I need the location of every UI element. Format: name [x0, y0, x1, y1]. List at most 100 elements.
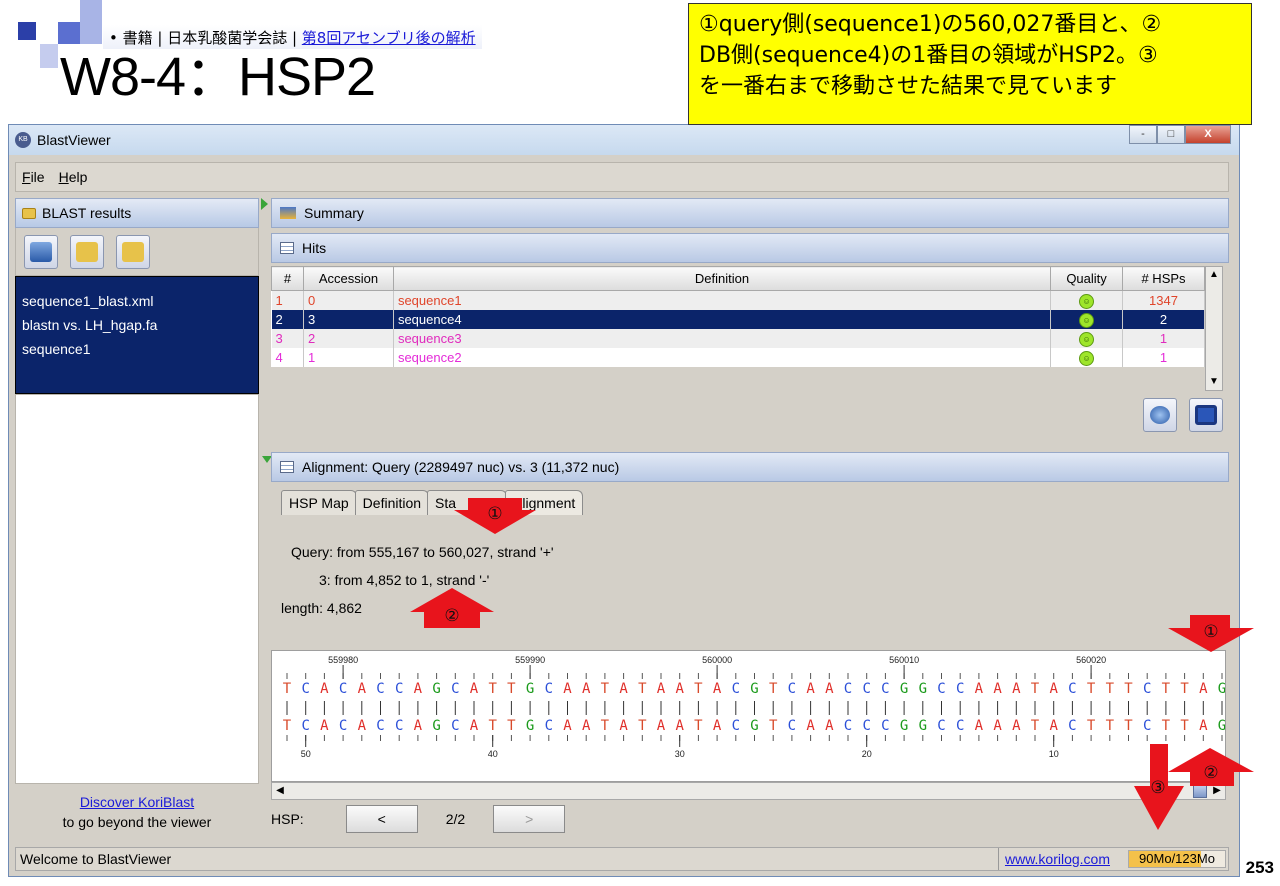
- hsp-label: HSP:: [271, 811, 304, 827]
- left-toolbar: [15, 228, 259, 276]
- smiley-icon: ☺: [1079, 331, 1095, 347]
- query-base: T: [488, 681, 497, 697]
- subject-base: A: [975, 718, 984, 734]
- sequence-view[interactable]: TTCCAACCAACCCCAAGGCCAATTTTGGCCAAAATTAATT…: [271, 650, 1226, 782]
- folder-icon: [22, 207, 36, 219]
- minimize-button[interactable]: -: [1129, 125, 1157, 144]
- open-blast-button[interactable]: [24, 234, 58, 269]
- tab-alignment[interactable]: Alignment: [505, 490, 584, 515]
- subject-base: A: [675, 718, 684, 734]
- summary-icon: [280, 207, 296, 219]
- next-hsp-button[interactable]: >: [493, 805, 566, 833]
- query-base: G: [919, 681, 927, 697]
- scroll-down-icon[interactable]: ▼: [1206, 374, 1222, 390]
- scroll-left-icon[interactable]: ◀: [272, 783, 288, 799]
- subject-base: C: [339, 718, 347, 734]
- table-icon: [280, 242, 294, 254]
- query-base: C: [956, 681, 964, 697]
- page-title: W8-4：HSP2: [60, 47, 376, 107]
- window-titlebar[interactable]: KB BlastViewer - □ X: [9, 125, 1239, 155]
- prev-hsp-button[interactable]: <: [345, 805, 418, 833]
- subject-base: A: [358, 718, 367, 734]
- menu-file[interactable]: File: [22, 169, 45, 185]
- query-base: G: [432, 681, 440, 697]
- query-base: T: [769, 681, 778, 697]
- subject-base: T: [1124, 718, 1133, 734]
- app-icon: KB: [15, 132, 31, 148]
- table-cell: sequence3: [393, 328, 1052, 348]
- tab-hsp-map[interactable]: HSP Map: [281, 490, 357, 515]
- subject-base: T: [1180, 718, 1189, 734]
- globe-icon: [1150, 406, 1170, 424]
- menu-help[interactable]: Help: [59, 169, 88, 185]
- scroll-up-icon[interactable]: ▲: [1206, 267, 1222, 283]
- query-base: A: [806, 681, 815, 697]
- query-base: T: [638, 681, 647, 697]
- subject-base: C: [1068, 718, 1076, 734]
- expand-arrow-icon[interactable]: [261, 198, 268, 210]
- query-base: T: [1031, 681, 1040, 697]
- subject-base: G: [919, 718, 927, 734]
- list-item[interactable]: blastn vs. LH_hgap.fa: [22, 313, 252, 337]
- alignment-tabs: HSP Map Definition Sta Alignment: [281, 490, 584, 515]
- file-list[interactable]: sequence1_blast.xml blastn vs. LH_hgap.f…: [15, 276, 259, 394]
- breadcrumb-link[interactable]: 第8回アセンブリ後の解析: [302, 29, 476, 47]
- column-header[interactable]: Quality: [1050, 266, 1124, 291]
- list-icon: [280, 461, 294, 473]
- close-folder-button[interactable]: [116, 234, 150, 269]
- tab-statistics[interactable]: Sta: [427, 490, 508, 515]
- tab-definition[interactable]: Definition: [354, 490, 430, 515]
- subject-base: G: [900, 718, 908, 734]
- query-base: C: [301, 681, 309, 697]
- subject-base: A: [1049, 718, 1058, 734]
- web-search-button[interactable]: [1143, 398, 1177, 432]
- quality-cell: ☺: [1050, 328, 1124, 348]
- list-item[interactable]: sequence1_blast.xml: [22, 289, 252, 313]
- query-base: A: [1049, 681, 1058, 697]
- open-folder-button[interactable]: [70, 234, 104, 269]
- summary-header[interactable]: Summary: [271, 198, 1229, 228]
- tick-label: 560010: [889, 655, 919, 665]
- close-button[interactable]: X: [1185, 125, 1231, 144]
- table-row[interactable]: 4 1 sequence2 ☺ 1: [271, 347, 1205, 367]
- korilog-link[interactable]: www.korilog.com: [997, 848, 1116, 870]
- hits-table[interactable]: # Accession Definition Quality # HSPs 10…: [271, 266, 1205, 367]
- column-header[interactable]: #: [271, 266, 304, 291]
- folder-icon: [122, 241, 144, 262]
- tick-label: 10: [1049, 749, 1059, 759]
- query-base: C: [545, 681, 553, 697]
- sequence-scrollbar[interactable]: ◀ ▶: [271, 782, 1226, 800]
- query-base: A: [1199, 681, 1208, 697]
- hits-scrollbar[interactable]: ▲ ▼: [1205, 266, 1223, 391]
- maximize-button[interactable]: □: [1157, 125, 1185, 144]
- column-header[interactable]: # HSPs: [1122, 266, 1205, 291]
- tick-label: 40: [488, 749, 498, 759]
- smiley-icon: ☺: [1079, 293, 1095, 309]
- table-cell: 1: [271, 290, 304, 310]
- table-row[interactable]: 3 2 sequence3 ☺ 1: [271, 328, 1205, 348]
- query-base: G: [750, 681, 758, 697]
- subject-base: T: [1106, 718, 1115, 734]
- query-base: T: [1180, 681, 1189, 697]
- column-header[interactable]: Definition: [392, 266, 1052, 291]
- query-base: T: [694, 681, 703, 697]
- table-cell: 1: [1122, 328, 1205, 348]
- smiley-icon: ☺: [1079, 350, 1095, 366]
- subject-base: G: [432, 718, 440, 734]
- table-cell: 3: [271, 328, 304, 348]
- query-base: A: [713, 681, 722, 697]
- query-base: A: [975, 681, 984, 697]
- list-item[interactable]: sequence1: [22, 337, 252, 361]
- query-base: A: [358, 681, 367, 697]
- query-base: C: [1068, 681, 1076, 697]
- discover-koriblast-link[interactable]: Discover KoriBlast: [15, 792, 259, 812]
- column-header[interactable]: Accession: [302, 266, 394, 291]
- scroll-right-icon[interactable]: ▶: [1209, 783, 1225, 799]
- table-row[interactable]: 1 0 sequence1 ☺ 1347: [271, 290, 1205, 310]
- table-row[interactable]: 2 3 sequence4 ☺ 2: [271, 309, 1205, 329]
- save-button[interactable]: [1189, 398, 1223, 432]
- query-base: A: [414, 681, 423, 697]
- annotation-note: ①query側(sequence1)の560,027番目と、② DB側(sequ…: [688, 3, 1252, 125]
- subject-base: C: [844, 718, 852, 734]
- scroll-thumb[interactable]: [1193, 784, 1207, 798]
